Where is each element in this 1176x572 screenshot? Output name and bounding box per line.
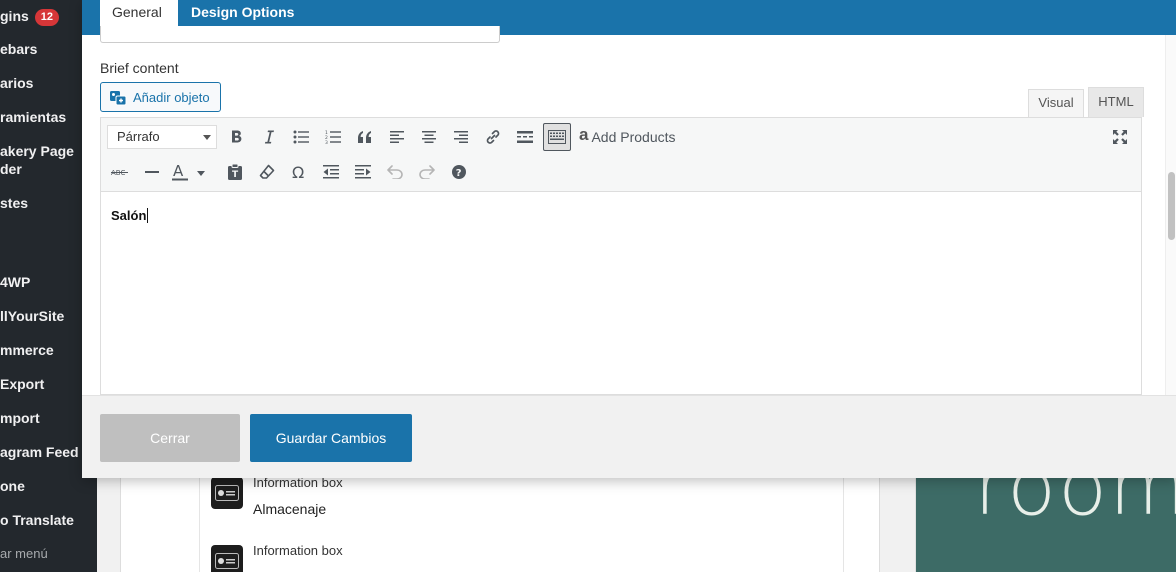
keyboard-icon — [548, 130, 566, 144]
sidebar-item-instagram-feed[interactable]: agram Feed — [0, 443, 79, 461]
quote-icon — [358, 131, 371, 143]
chevron-down-icon — [203, 135, 211, 140]
keyboard-shortcuts-button[interactable]: ? — [445, 158, 473, 186]
redo-button[interactable] — [413, 158, 441, 186]
italic-button[interactable] — [255, 123, 283, 151]
redo-icon — [419, 165, 435, 179]
align-center-icon — [422, 131, 436, 143]
indent-icon — [355, 165, 371, 179]
toolbar-toggle-button[interactable] — [543, 123, 571, 151]
align-center-button[interactable] — [415, 123, 443, 151]
add-products-button[interactable]: a Add Products — [579, 123, 676, 151]
modal-scrollbar[interactable] — [1165, 35, 1176, 395]
sidebar-item-users[interactable]: arios — [0, 74, 33, 92]
outdent-button[interactable] — [317, 158, 345, 186]
special-character-button[interactable]: Ω — [285, 158, 313, 186]
update-count-badge: 12 — [34, 9, 60, 26]
expand-icon — [1113, 130, 1127, 144]
sidebar-item-import[interactable]: mport — [0, 409, 40, 427]
align-left-icon — [390, 131, 404, 143]
info-box-icon — [211, 545, 243, 572]
strikethrough-icon: ABC — [111, 169, 128, 177]
svg-text:3: 3 — [325, 140, 328, 144]
editor-toolbar: Párrafo 123 a Add Products A T Ω ? — [101, 118, 1141, 192]
close-button[interactable]: Cerrar — [100, 414, 240, 462]
align-left-button[interactable] — [383, 123, 411, 151]
editor-tab-visual[interactable]: Visual — [1028, 89, 1084, 117]
paragraph-format-select[interactable]: Párrafo — [107, 125, 217, 149]
indent-button[interactable] — [349, 158, 377, 186]
read-more-icon — [517, 131, 533, 143]
paste-as-text-button[interactable]: T — [221, 158, 249, 186]
sidebar-item-tools[interactable]: ramientas — [0, 108, 66, 126]
room-preview-image: room — [915, 478, 1176, 572]
add-object-button[interactable]: Añadir objeto — [100, 82, 221, 112]
text-color-icon: A — [172, 163, 205, 181]
text-color-button[interactable]: A — [168, 158, 208, 186]
undo-icon — [387, 165, 403, 179]
sidebar-item-sidebars[interactable]: ebars — [0, 40, 37, 58]
eraser-icon — [259, 164, 275, 179]
room-image-text: room — [974, 478, 1176, 533]
horizontal-line-button[interactable] — [138, 158, 166, 186]
sidebar-item-woocommerce[interactable]: mmerce — [0, 341, 54, 359]
sidebar-item-plugins[interactable]: gins 12 — [0, 7, 60, 26]
collapse-menu-button[interactable]: ar menú — [0, 545, 48, 563]
add-object-label: Añadir objeto — [133, 89, 210, 105]
svg-text:?: ? — [456, 168, 462, 179]
align-right-icon — [454, 131, 468, 143]
blockquote-button[interactable] — [351, 123, 379, 151]
link-icon — [486, 130, 500, 144]
svg-text:A: A — [173, 163, 184, 180]
sidebar-item-clone[interactable]: one — [0, 477, 25, 495]
clear-formatting-button[interactable] — [253, 158, 281, 186]
modal-footer: Cerrar Guardar Cambios — [82, 395, 1176, 478]
numbered-list-icon: 123 — [325, 130, 341, 144]
strikethrough-button[interactable]: ABC — [106, 158, 134, 186]
sidebar-item-page-builder[interactable]: akery Page der — [0, 142, 74, 178]
sidebar-item-4wp[interactable]: 4WP — [0, 273, 30, 291]
svg-text:T: T — [232, 170, 239, 180]
bulleted-list-button[interactable] — [287, 123, 315, 151]
previous-input-field[interactable] — [100, 26, 500, 43]
save-changes-button[interactable]: Guardar Cambios — [250, 414, 412, 462]
rich-text-editor: Párrafo 123 a Add Products A T Ω ? Salón — [100, 117, 1142, 395]
numbered-list-button[interactable]: 123 — [319, 123, 347, 151]
element-type-label: Information box — [253, 543, 343, 558]
sidebar-item-translate[interactable]: o Translate — [0, 511, 74, 529]
text-cursor — [147, 208, 149, 223]
insert-link-button[interactable] — [479, 123, 507, 151]
editor-content-area[interactable]: Salón — [101, 192, 1141, 394]
svg-text:Ω: Ω — [292, 164, 304, 180]
add-media-icon — [109, 88, 127, 106]
fullscreen-button[interactable] — [1106, 123, 1134, 151]
bold-button[interactable] — [223, 123, 251, 151]
insert-read-more-button[interactable] — [511, 123, 539, 151]
bullet-list-icon — [293, 130, 309, 144]
help-icon: ? — [452, 165, 466, 179]
align-right-button[interactable] — [447, 123, 475, 151]
bold-icon — [232, 130, 242, 143]
horizontal-rule-icon — [145, 171, 159, 173]
scrollbar-thumb[interactable] — [1168, 172, 1175, 240]
sidebar-item-allyoursite[interactable]: llYourSite — [0, 307, 64, 325]
outdent-icon — [323, 165, 339, 179]
editor-tab-html[interactable]: HTML — [1088, 87, 1144, 117]
edit-element-modal: General Design Options Brief content Aña… — [82, 0, 1176, 478]
undo-button[interactable] — [381, 158, 409, 186]
omega-icon: Ω — [292, 164, 304, 180]
sidebar-item-settings[interactable]: stes — [0, 194, 28, 212]
element-title: Almacenaje — [253, 501, 327, 517]
brief-content-label: Brief content — [100, 60, 179, 76]
info-box-icon — [211, 477, 243, 509]
clipboard-icon: T — [228, 164, 242, 180]
italic-icon — [264, 130, 274, 144]
sidebar-item-export[interactable]: Export — [0, 375, 44, 393]
editor-content-text[interactable]: Salón — [111, 208, 149, 223]
amazon-icon: a — [579, 125, 589, 144]
